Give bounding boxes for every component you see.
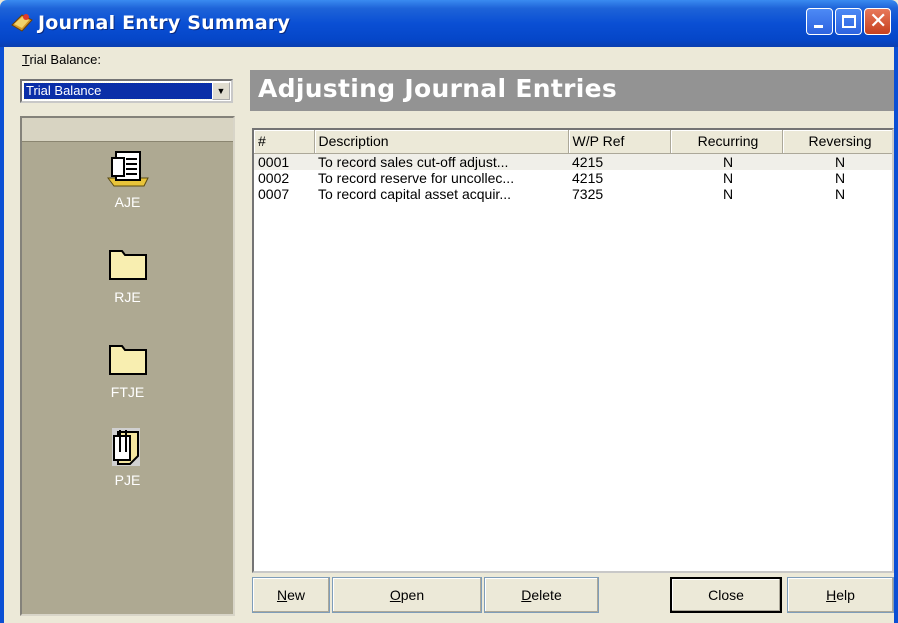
journal-app-icon: [11, 14, 33, 32]
pje-icon: [104, 426, 152, 468]
category-label-rje: RJE: [114, 289, 141, 305]
column-header-wp-ref[interactable]: W/P Ref: [568, 130, 671, 154]
column-header-reversing[interactable]: Reversing: [782, 130, 892, 154]
dropdown-arrow-icon[interactable]: ▼: [212, 82, 230, 100]
column-header-recurring[interactable]: Recurring: [670, 130, 783, 154]
close-window-button[interactable]: ✕: [864, 8, 891, 35]
maximize-button[interactable]: [835, 8, 862, 35]
trial-balance-selected-value: Trial Balance: [23, 82, 213, 100]
cell-number: 0002: [258, 169, 290, 186]
open-button[interactable]: Open: [332, 577, 482, 613]
title-bar[interactable]: Journal Entry Summary ✕: [0, 0, 898, 47]
cell-reversing: N: [834, 185, 846, 202]
table-row[interactable]: 0002 To record reserve for uncollec... 4…: [254, 169, 892, 186]
entry-type-panel: AJE RJE FTJE PJE: [20, 116, 235, 616]
cell-recurring: N: [670, 153, 782, 170]
cell-number: 0001: [254, 153, 314, 170]
category-rje[interactable]: RJE: [22, 243, 233, 305]
journal-entries-table: # Description W/P Ref Recurring Reversin…: [254, 130, 892, 202]
cell-description: To record reserve for uncollec...: [318, 169, 515, 186]
cell-number: 0007: [258, 185, 290, 202]
panel-header-strip: [22, 118, 233, 142]
aje-icon: [104, 148, 152, 190]
help-button[interactable]: Help: [787, 577, 894, 613]
cell-description: To record sales cut-off adjust...: [314, 153, 568, 170]
window-title: Journal Entry Summary: [38, 12, 291, 34]
window-frame-right: [894, 47, 898, 623]
minimize-button[interactable]: [806, 8, 833, 35]
table-row[interactable]: 0007 To record capital asset acquir... 7…: [254, 185, 892, 202]
category-aje[interactable]: AJE: [22, 148, 233, 210]
category-label-ftje: FTJE: [110, 384, 145, 400]
cell-wp-ref: 4215: [568, 153, 670, 170]
trial-balance-select[interactable]: Trial Balance ▼: [20, 79, 233, 103]
category-ftje[interactable]: FTJE: [22, 338, 233, 400]
cell-recurring: N: [722, 169, 734, 186]
cell-recurring: N: [722, 185, 734, 202]
new-button[interactable]: New: [252, 577, 330, 613]
table-row[interactable]: 0001 To record sales cut-off adjust... 4…: [254, 153, 892, 170]
column-header-description[interactable]: Description: [314, 130, 569, 154]
delete-button[interactable]: Delete: [484, 577, 599, 613]
table-header-row: # Description W/P Ref Recurring Reversin…: [254, 130, 892, 154]
close-button[interactable]: Close: [670, 577, 782, 613]
cell-description: To record capital asset acquir...: [318, 185, 511, 202]
column-header-number[interactable]: #: [254, 130, 315, 154]
cell-wp-ref: 4215: [572, 169, 604, 186]
close-icon: ✕: [869, 9, 888, 34]
category-label-aje: AJE: [114, 194, 141, 210]
cell-wp-ref: 7325: [572, 185, 604, 202]
category-label-pje: PJE: [114, 472, 141, 488]
cell-reversing: N: [782, 153, 892, 170]
trial-balance-label: Trial Balance:: [22, 52, 102, 67]
journal-entries-list[interactable]: # Description W/P Ref Recurring Reversin…: [252, 128, 894, 573]
heading-bar: Adjusting Journal Entries: [250, 70, 894, 111]
window-frame-left: [0, 47, 4, 623]
category-pje[interactable]: PJE: [22, 426, 233, 488]
folder-icon: [104, 243, 152, 285]
folder-icon: [104, 338, 152, 380]
maximize-icon: [842, 15, 856, 28]
minimize-icon: [814, 25, 823, 28]
cell-reversing: N: [834, 169, 846, 186]
page-title: Adjusting Journal Entries: [258, 74, 618, 103]
